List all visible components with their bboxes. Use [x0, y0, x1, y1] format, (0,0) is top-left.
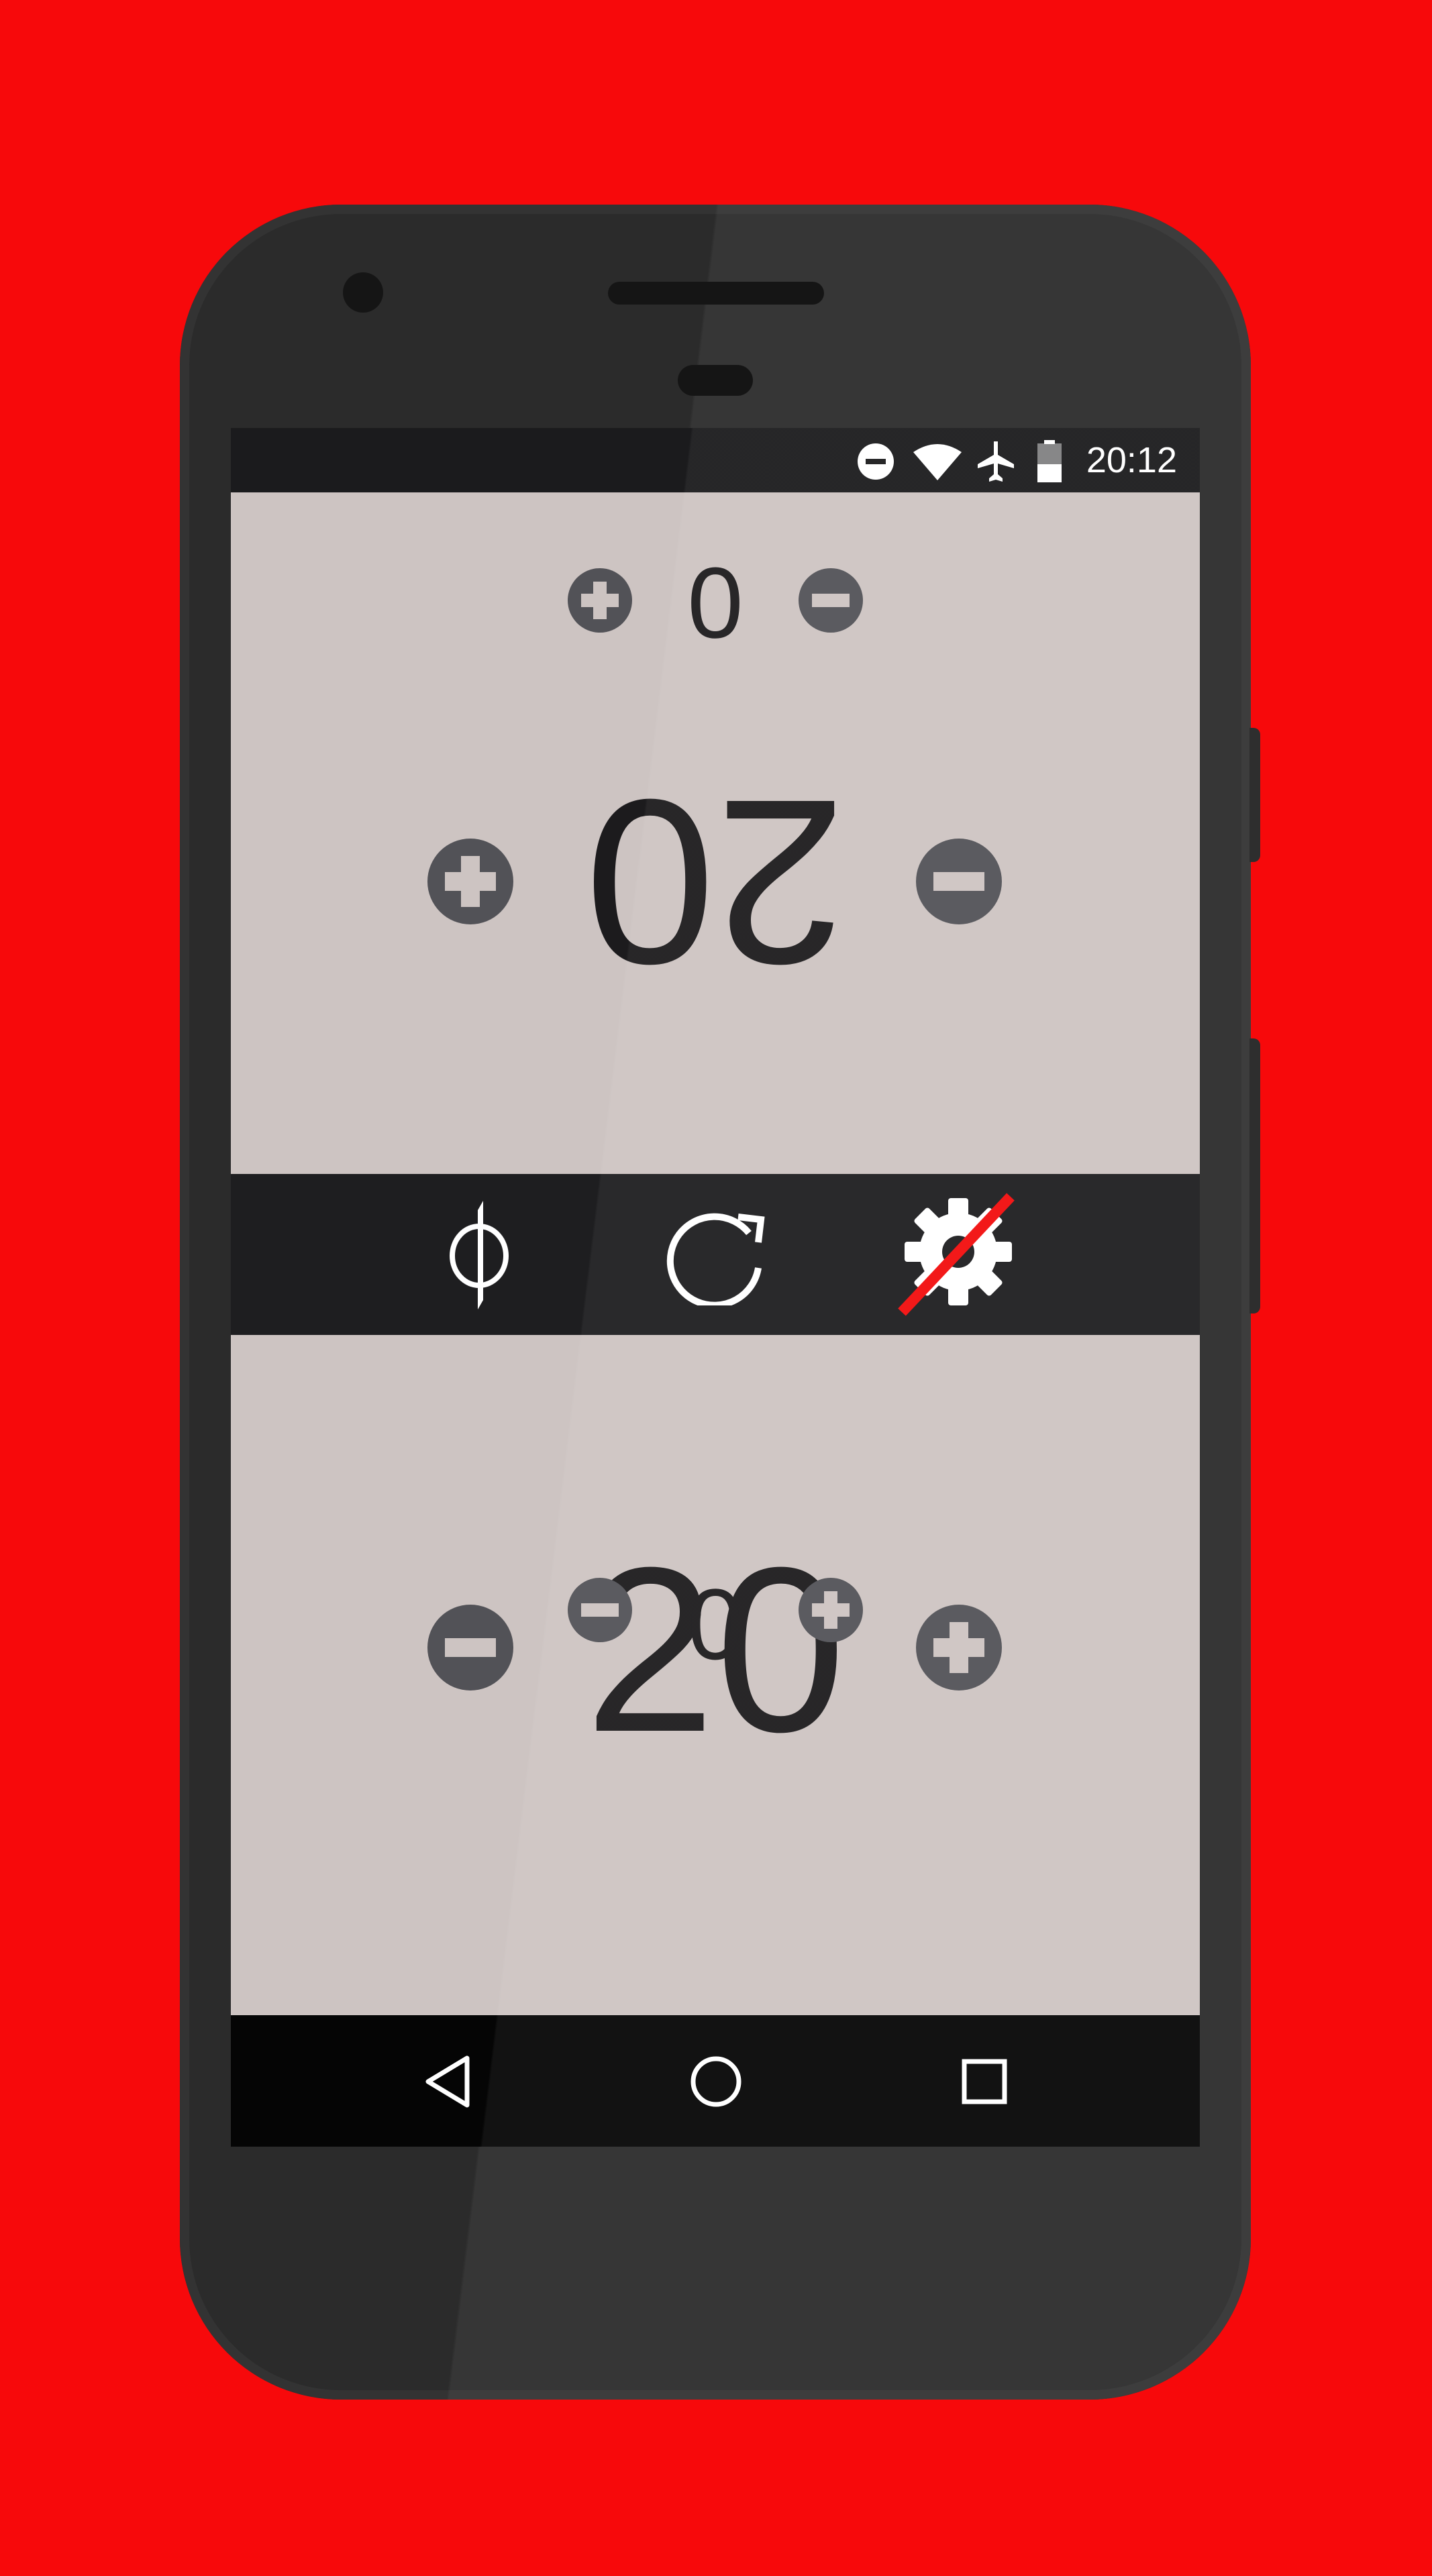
bottom-life-decrease-button[interactable] [427, 1605, 513, 1690]
top-player-panel: 0 20 [231, 492, 1200, 1174]
home-icon [691, 2056, 741, 2107]
top-counter-decrease-button[interactable] [799, 568, 863, 633]
home-button[interactable] [686, 2051, 746, 2112]
top-counter-increase-button[interactable] [568, 568, 632, 633]
bottom-counter-value: 0 [687, 1568, 744, 1680]
reset-icon [666, 1213, 765, 1309]
phone-power-button [1249, 728, 1260, 862]
plus-icon [581, 582, 619, 619]
minus-icon [445, 1638, 496, 1657]
battery-icon [1036, 440, 1063, 486]
phi-button[interactable] [439, 1199, 522, 1309]
settings-disabled-icon [898, 1193, 1015, 1316]
phone-volume-button [1249, 1038, 1260, 1313]
top-life-decrease-button[interactable] [916, 839, 1002, 924]
bottom-life-increase-button[interactable] [916, 1605, 1002, 1690]
proximity-sensor [678, 365, 753, 396]
bottom-player-panel: 20 0 [231, 1335, 1200, 2015]
recents-button[interactable] [954, 2051, 1015, 2112]
top-life-increase-button[interactable] [427, 839, 513, 924]
bottom-counter-increase-button[interactable] [799, 1578, 863, 1642]
status-bar: 20:12 [231, 428, 1200, 492]
earpiece-speaker [608, 282, 824, 305]
minus-icon [581, 1603, 619, 1617]
toolbar [231, 1174, 1200, 1335]
settings-disabled-button[interactable] [892, 1191, 1020, 1319]
reset-button[interactable] [660, 1206, 770, 1309]
minus-icon [812, 594, 850, 607]
status-time: 20:12 [1086, 440, 1177, 480]
top-counter-value: 0 [687, 547, 744, 659]
front-camera [343, 272, 383, 313]
screen: 20:12 0 20 20 0 [231, 428, 1200, 2147]
plus-icon [812, 1591, 850, 1629]
phi-icon [450, 1201, 509, 1309]
airplane-mode-icon [976, 440, 1016, 486]
minus-icon [933, 872, 984, 891]
do-not-disturb-icon [856, 442, 895, 484]
top-life-total: 20 [584, 751, 846, 1013]
plus-icon [445, 856, 496, 907]
recents-icon [962, 2059, 1007, 2104]
back-button[interactable] [420, 2051, 480, 2112]
wifi-icon [912, 443, 963, 484]
bottom-counter-decrease-button[interactable] [568, 1578, 632, 1642]
plus-icon [933, 1622, 984, 1673]
back-icon [425, 2055, 470, 2108]
navigation-bar [231, 2015, 1200, 2147]
